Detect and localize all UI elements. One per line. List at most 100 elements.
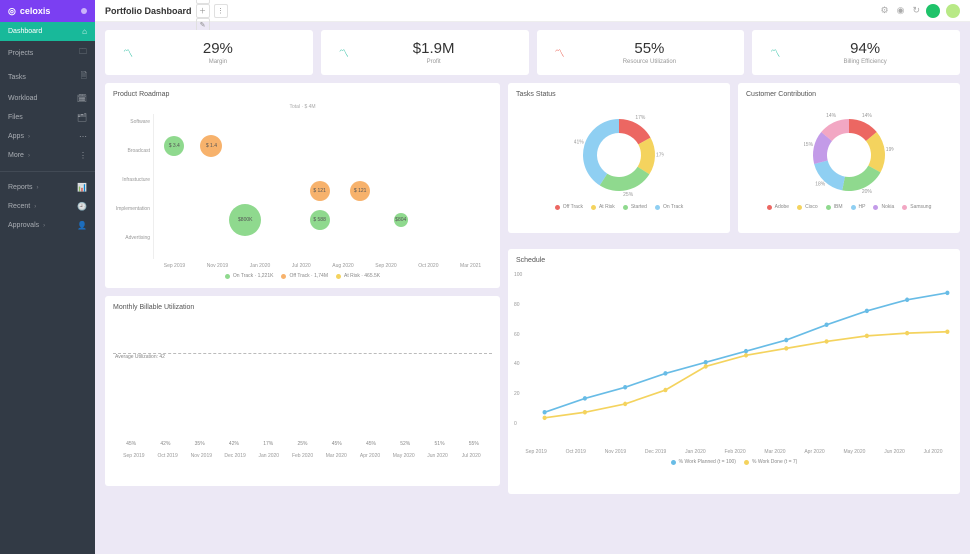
- bubble-point[interactable]: $800K: [229, 204, 261, 236]
- avg-line: Average Utilization: 42: [113, 353, 492, 360]
- line-series[interactable]: [545, 332, 948, 418]
- bar-value: 52%: [391, 441, 419, 447]
- toolbar-button[interactable]: ▽: [196, 0, 210, 4]
- chevron-right-icon: ›: [28, 134, 30, 140]
- toolbar-button[interactable]: ＋: [196, 4, 210, 18]
- topbar-icon[interactable]: ↻: [912, 5, 920, 15]
- trend-icon: 〽: [119, 46, 137, 60]
- nav-apps[interactable]: Apps›⋯: [0, 127, 95, 146]
- card-schedule: Schedule 020406080100 Sep 2019Oct 2019No…: [508, 249, 960, 494]
- bubble-point[interactable]: $ 3.4: [164, 136, 184, 156]
- y-axis-tick: 20: [514, 391, 522, 397]
- x-axis-label: Apr 2020: [804, 449, 824, 455]
- x-axis-label: Nov 2019: [184, 453, 218, 459]
- line-point[interactable]: [623, 402, 627, 407]
- y-axis-tick: 80: [514, 302, 522, 308]
- x-axis-label: Feb 2020: [286, 453, 320, 459]
- nav-icon: 👤: [77, 221, 87, 230]
- nav-label: More: [8, 152, 24, 159]
- bar-value: 17%: [254, 441, 282, 447]
- nav-dashboard[interactable]: Dashboard⌂: [0, 22, 95, 41]
- brand[interactable]: ◎ celoxis: [0, 0, 95, 22]
- card-roadmap: Product Roadmap Total · $ 4M SoftwareBro…: [105, 83, 500, 288]
- card-customer: Customer Contribution 14%19%20%18%15%14%…: [738, 83, 960, 233]
- bubble-point[interactable]: $804: [394, 213, 408, 227]
- kpi-value: 94%: [784, 40, 946, 57]
- line-point[interactable]: [704, 360, 708, 365]
- nav-approvals[interactable]: Approvals›👤: [0, 216, 95, 235]
- bubble-point[interactable]: $ 588: [310, 210, 330, 230]
- donut-segment[interactable]: [583, 119, 619, 185]
- nav-reports[interactable]: Reports›📊: [0, 178, 95, 197]
- line-point[interactable]: [663, 388, 667, 393]
- avatar-presence[interactable]: [926, 4, 940, 18]
- kpi-value: 29%: [137, 40, 299, 57]
- line-point[interactable]: [744, 349, 748, 354]
- line-point[interactable]: [905, 331, 909, 336]
- legend-item: Started: [623, 204, 647, 210]
- line-point[interactable]: [824, 323, 828, 328]
- nav-tasks[interactable]: Tasks🗎: [0, 65, 95, 89]
- topbar-icon[interactable]: ◉: [897, 5, 905, 15]
- kpi-card: 〽29%Margin: [105, 30, 313, 75]
- nav-recent[interactable]: Recent›🕘: [0, 197, 95, 216]
- line-point[interactable]: [623, 385, 627, 390]
- nav-icon: 🕘: [77, 202, 87, 211]
- nav-icon: 🗎: [81, 70, 87, 84]
- line-point[interactable]: [945, 329, 949, 334]
- kpi-card: 〽94%Billing Efficiency: [752, 30, 960, 75]
- nav-more[interactable]: More›⋮: [0, 146, 95, 165]
- donut-label: 17%: [656, 152, 664, 158]
- line-point[interactable]: [865, 334, 869, 339]
- line-point[interactable]: [583, 396, 587, 401]
- line-point[interactable]: [784, 338, 788, 343]
- line-point[interactable]: [543, 416, 547, 421]
- y-axis-label: Implementation: [114, 206, 150, 212]
- kpi-label: Billing Efficiency: [784, 59, 946, 65]
- y-axis-label: Software: [114, 119, 150, 125]
- line-point[interactable]: [583, 410, 587, 415]
- chevron-right-icon: ›: [28, 153, 30, 159]
- kpi-value: 55%: [569, 40, 731, 57]
- kpi-label: Resource Utilization: [569, 59, 731, 65]
- bubble-point[interactable]: $ 1.4: [200, 135, 222, 157]
- nav-label: Files: [8, 114, 23, 121]
- line-point[interactable]: [704, 364, 708, 369]
- legend-item: IBM: [826, 204, 843, 210]
- line-point[interactable]: [865, 309, 869, 314]
- line-point[interactable]: [663, 371, 667, 376]
- line-point[interactable]: [543, 410, 547, 415]
- bar-value: 42%: [220, 441, 248, 447]
- bar-value: 25%: [288, 441, 316, 447]
- nav-label: Reports: [8, 184, 33, 191]
- line-point[interactable]: [824, 339, 828, 344]
- bar-value: 51%: [425, 441, 453, 447]
- avatar[interactable]: [946, 4, 960, 18]
- x-axis-label: Mar 2021: [460, 263, 481, 269]
- bubble-point[interactable]: $ 121: [310, 181, 330, 201]
- donut-segment[interactable]: [600, 167, 650, 191]
- card-title: Product Roadmap: [113, 91, 492, 98]
- donut-segment[interactable]: [842, 166, 880, 191]
- donut-label: 14%: [862, 113, 873, 119]
- x-axis-label: Sep 2019: [164, 263, 185, 269]
- x-axis-label: Oct 2019: [151, 453, 185, 459]
- nav-workload[interactable]: Workload🗓: [0, 89, 95, 108]
- line-point[interactable]: [744, 353, 748, 358]
- line-point[interactable]: [945, 291, 949, 296]
- y-axis-label: Advertising: [114, 235, 150, 241]
- x-axis-label: Dec 2019: [218, 453, 252, 459]
- nav-projects[interactable]: Projects🗀: [0, 41, 95, 65]
- x-axis-label: Apr 2020: [353, 453, 387, 459]
- more-button[interactable]: ⋮: [214, 4, 228, 18]
- x-axis-label: Sep 2019: [117, 453, 151, 459]
- line-point[interactable]: [784, 346, 788, 351]
- legend-item: Off Track: [555, 204, 583, 210]
- legend-item: On Track: [655, 204, 683, 210]
- bubble-point[interactable]: $ 121: [350, 181, 370, 201]
- donut-label: 17%: [635, 115, 646, 121]
- line-point[interactable]: [905, 298, 909, 303]
- bar-value: 45%: [357, 441, 385, 447]
- nav-files[interactable]: Files🗂: [0, 108, 95, 127]
- topbar-icon[interactable]: ⚙: [881, 5, 889, 15]
